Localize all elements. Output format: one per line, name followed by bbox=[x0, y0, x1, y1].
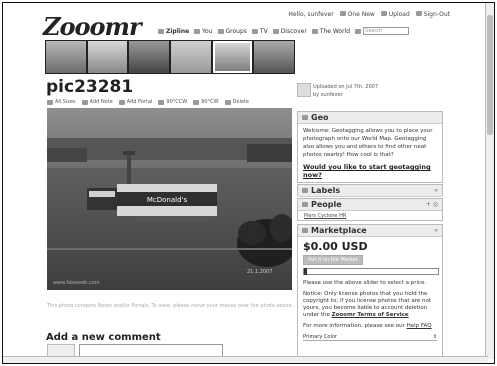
photo-caption: This photo contains Notes and/or Portals… bbox=[47, 303, 294, 309]
add-person-icon[interactable]: + ◎ bbox=[426, 201, 438, 208]
photo-title: pic23281 bbox=[46, 77, 134, 97]
put-on-market-button[interactable]: Put it on the Market bbox=[303, 255, 363, 265]
geo-description: Welcome: Geotagging allows you to place … bbox=[303, 128, 433, 158]
portal-icon bbox=[118, 99, 125, 105]
people-tag-link[interactable]: Piers Cyclone HR bbox=[298, 211, 442, 221]
nav-item-tv[interactable]: TV bbox=[251, 28, 268, 35]
nav-item-the-world[interactable]: The World bbox=[311, 28, 350, 35]
marketplace-icon bbox=[302, 228, 308, 233]
zipline-icon bbox=[158, 28, 164, 34]
marketplace-panel: Marketplace » $0.00 USD Put it on the Ma… bbox=[297, 224, 443, 363]
rotate-cw-icon bbox=[193, 99, 200, 105]
rotate-ccw-action[interactable]: 90°CCW bbox=[158, 99, 187, 105]
marketplace-header[interactable]: Marketplace » bbox=[298, 225, 442, 237]
slider-hint: Please use the above slider to select a … bbox=[303, 280, 427, 286]
people-header[interactable]: People + ◎ bbox=[298, 199, 442, 211]
signout-icon bbox=[415, 11, 422, 16]
nav-item-discover[interactable]: Discover bbox=[272, 28, 307, 35]
flood-photo-image: McDonald's www.fakeweb.com 21.1.2007 bbox=[47, 108, 292, 290]
terms-of-service-link[interactable]: Zooomr Terms of Service bbox=[332, 312, 409, 318]
photostream-thumb-current[interactable] bbox=[212, 41, 253, 73]
mail-link[interactable]: One New bbox=[339, 11, 375, 18]
vertical-scrollbar[interactable] bbox=[485, 3, 494, 359]
people-panel: People + ◎ Piers Cyclone HR bbox=[297, 198, 443, 221]
user-bar: Hello, sunfever One New Upload Sign-Out bbox=[288, 11, 450, 18]
start-geotagging-link[interactable]: Would you like to start geotagging now? bbox=[298, 162, 442, 180]
geo-header[interactable]: Geo bbox=[298, 112, 442, 124]
people-icon bbox=[302, 202, 308, 207]
photostream-thumb[interactable] bbox=[46, 41, 86, 73]
price-slider[interactable] bbox=[303, 268, 439, 275]
help-faq-link[interactable]: Help FAQ bbox=[407, 323, 432, 329]
primary-color-row[interactable]: Primary Color ⇕ bbox=[303, 334, 437, 341]
upload-link[interactable]: Upload bbox=[380, 11, 410, 18]
price-value: $0.00 USD bbox=[303, 240, 368, 253]
discover-icon bbox=[272, 28, 279, 34]
expand-icon[interactable]: » bbox=[434, 227, 438, 234]
mail-icon bbox=[339, 11, 346, 16]
uploaded-text: Uploaded on Jul 7th, 2007 by sunfever bbox=[313, 84, 379, 98]
magnifier-icon bbox=[47, 99, 53, 105]
horizontal-scrollbar[interactable] bbox=[3, 356, 488, 363]
rotate-cw-action[interactable]: 90°CW bbox=[193, 99, 219, 105]
nav-item-you[interactable]: You bbox=[194, 28, 213, 35]
label-icon bbox=[302, 188, 308, 193]
photostream-strip bbox=[45, 40, 295, 74]
rotate-ccw-icon bbox=[158, 99, 165, 105]
more-info-text: For more information, please see our Hel… bbox=[303, 323, 432, 329]
add-comment-heading: Add a new comment bbox=[46, 332, 161, 343]
delete-icon bbox=[224, 99, 231, 105]
photostream-thumb[interactable] bbox=[129, 41, 170, 73]
all-sizes-action[interactable]: All Sizes bbox=[47, 99, 76, 105]
search-icon bbox=[355, 28, 362, 34]
main-photo[interactable]: McDonald's www.fakeweb.com 21.1.2007 bbox=[47, 108, 292, 290]
restaurant-sign-text: McDonald's bbox=[147, 196, 188, 204]
main-nav: Zipline You Groups TV Discover The World… bbox=[158, 27, 410, 35]
license-notice: Notice: Only license photos that you hol… bbox=[303, 291, 431, 318]
expand-icon[interactable]: » bbox=[434, 187, 438, 194]
greeting-text: Hello, sunfever bbox=[288, 11, 334, 18]
labels-panel: Labels » bbox=[297, 184, 443, 197]
zooomr-logo[interactable]: Zooomr bbox=[43, 12, 142, 41]
photostream-thumb[interactable] bbox=[87, 41, 128, 73]
photo-timestamp-text: 21.1.2007 bbox=[247, 269, 272, 275]
photo-watermark-text: www.fakeweb.com bbox=[53, 280, 100, 286]
delete-action[interactable]: Delete bbox=[224, 99, 249, 105]
geo-panel: Geo Welcome: Geotagging allows you to pl… bbox=[297, 111, 443, 183]
signout-link[interactable]: Sign-Out bbox=[415, 11, 450, 18]
note-icon bbox=[81, 99, 88, 105]
sort-arrows-icon: ⇕ bbox=[432, 334, 437, 340]
search-area: Search bbox=[355, 27, 410, 35]
user-icon bbox=[194, 28, 201, 34]
add-portal-action[interactable]: Add Portal bbox=[118, 99, 152, 105]
nav-item-groups[interactable]: Groups bbox=[217, 28, 247, 35]
add-note-action[interactable]: Add Note bbox=[81, 99, 113, 105]
globe-icon bbox=[311, 28, 318, 34]
upload-icon bbox=[380, 11, 387, 16]
browser-frame: Zooomr Hello, sunfever One New Upload Si… bbox=[2, 2, 495, 364]
search-input[interactable]: Search bbox=[363, 27, 410, 35]
price-slider-thumb[interactable] bbox=[304, 268, 307, 275]
globe-icon bbox=[302, 115, 308, 120]
photostream-thumb[interactable] bbox=[254, 41, 295, 73]
nav-item-zipline[interactable]: Zipline bbox=[158, 28, 189, 35]
photostream-thumb[interactable] bbox=[171, 41, 211, 73]
tv-icon bbox=[251, 28, 258, 34]
labels-header[interactable]: Labels » bbox=[298, 185, 442, 197]
uploader-avatar[interactable] bbox=[297, 83, 311, 97]
photo-actions: All Sizes Add Note Add Portal 90°CCW 90°… bbox=[47, 99, 249, 105]
scrollbar-thumb[interactable] bbox=[487, 15, 493, 135]
groups-icon bbox=[217, 28, 224, 34]
